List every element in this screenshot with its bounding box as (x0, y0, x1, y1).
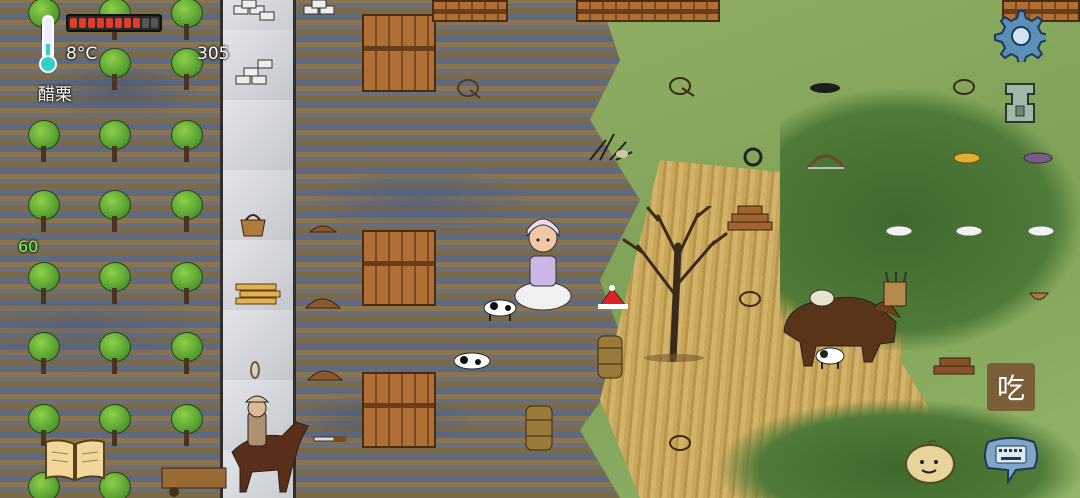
firewood-pile[interactable] (724, 204, 778, 238)
stone-pile[interactable] (230, 0, 284, 22)
stone-pile[interactable] (232, 58, 282, 92)
purple-item[interactable] (1022, 150, 1054, 164)
yum-counter: 305 (197, 44, 230, 64)
hunger-pip (106, 18, 113, 28)
basket[interactable] (238, 210, 268, 238)
thermometer-icon (39, 15, 57, 73)
fps-counter: 60 (18, 237, 39, 256)
eat-button[interactable]: 吃 (987, 363, 1035, 411)
hunger-pip (115, 18, 122, 28)
dirt-pile[interactable] (304, 290, 342, 310)
dirt-pile[interactable] (306, 362, 344, 382)
hunger-pip (70, 18, 77, 28)
gooseberry-bush[interactable] (98, 262, 131, 306)
bowl[interactable] (1028, 290, 1050, 304)
rope-coil[interactable] (738, 288, 766, 310)
hunger-bar (66, 14, 162, 32)
gooseberry-bush[interactable] (98, 332, 131, 376)
gooseberry-bush[interactable] (170, 332, 203, 376)
gooseberry-bush[interactable] (170, 120, 203, 164)
wooden-fence[interactable] (362, 372, 436, 448)
gooseberry-bush[interactable] (170, 404, 203, 448)
hunger-pip (79, 18, 86, 28)
gooseberry-bush[interactable] (27, 120, 60, 164)
rope-coil[interactable] (668, 74, 696, 98)
wooden-fence[interactable] (362, 14, 436, 92)
charcoal-pile[interactable] (808, 80, 842, 94)
gooseberry-bush[interactable] (170, 0, 203, 42)
hunger-pip (142, 18, 149, 28)
yellow-item[interactable] (952, 150, 982, 164)
bow-saw[interactable] (806, 146, 846, 172)
gooseberry-bush[interactable] (170, 262, 203, 306)
keyboard-icon[interactable] (982, 434, 1040, 484)
calf[interactable] (812, 344, 848, 370)
rope[interactable] (248, 360, 262, 380)
wool-pile[interactable] (954, 224, 984, 236)
rope-coil[interactable] (668, 432, 696, 454)
hunger-pip (124, 18, 131, 28)
held-food-name: 醋栗 (38, 85, 72, 105)
stone-pile[interactable] (300, 0, 350, 22)
cart[interactable] (160, 466, 230, 498)
gooseberry-bush[interactable] (27, 332, 60, 376)
hunger-pip (133, 18, 140, 28)
gooseberry-bush[interactable] (98, 190, 131, 234)
gooseberry-bush[interactable] (98, 120, 131, 164)
wool-pile[interactable] (884, 224, 914, 236)
wheel[interactable] (742, 146, 764, 168)
dead-tree[interactable] (618, 206, 728, 362)
rope-coil[interactable] (952, 76, 980, 98)
dirt-pile[interactable] (308, 220, 338, 234)
wooden-fence[interactable] (432, 0, 508, 22)
hunger-pip (88, 18, 95, 28)
hunger-pip (151, 18, 158, 28)
boards-stack[interactable] (234, 280, 282, 308)
gooseberry-bush[interactable] (98, 48, 131, 92)
gooseberry-bush[interactable] (27, 262, 60, 306)
wool-pile[interactable] (1026, 224, 1056, 236)
wooden-barrel[interactable] (524, 404, 554, 452)
log-pile[interactable] (932, 352, 980, 380)
arrow-quiver[interactable] (878, 272, 912, 308)
coin-icon[interactable] (1000, 80, 1040, 126)
hunger-pip (97, 18, 104, 28)
dead-brush[interactable] (586, 128, 636, 164)
temperature-label: 8°C (66, 44, 98, 64)
stone-tile (223, 100, 293, 172)
gooseberry-bush[interactable] (27, 190, 60, 234)
gooseberry-bush[interactable] (170, 190, 203, 234)
wooden-fence[interactable] (362, 230, 436, 306)
game-world[interactable]: 8°C 305 醋栗 60 吃 (0, 0, 1080, 498)
knife[interactable] (312, 434, 348, 444)
potato-face-icon[interactable] (902, 436, 958, 486)
player-character[interactable] (512, 216, 574, 314)
book-icon[interactable] (42, 436, 108, 484)
wooden-fence[interactable] (576, 0, 720, 22)
cow-lying[interactable] (452, 350, 492, 370)
rope-coil[interactable] (456, 76, 482, 100)
gear-icon[interactable] (992, 8, 1046, 62)
